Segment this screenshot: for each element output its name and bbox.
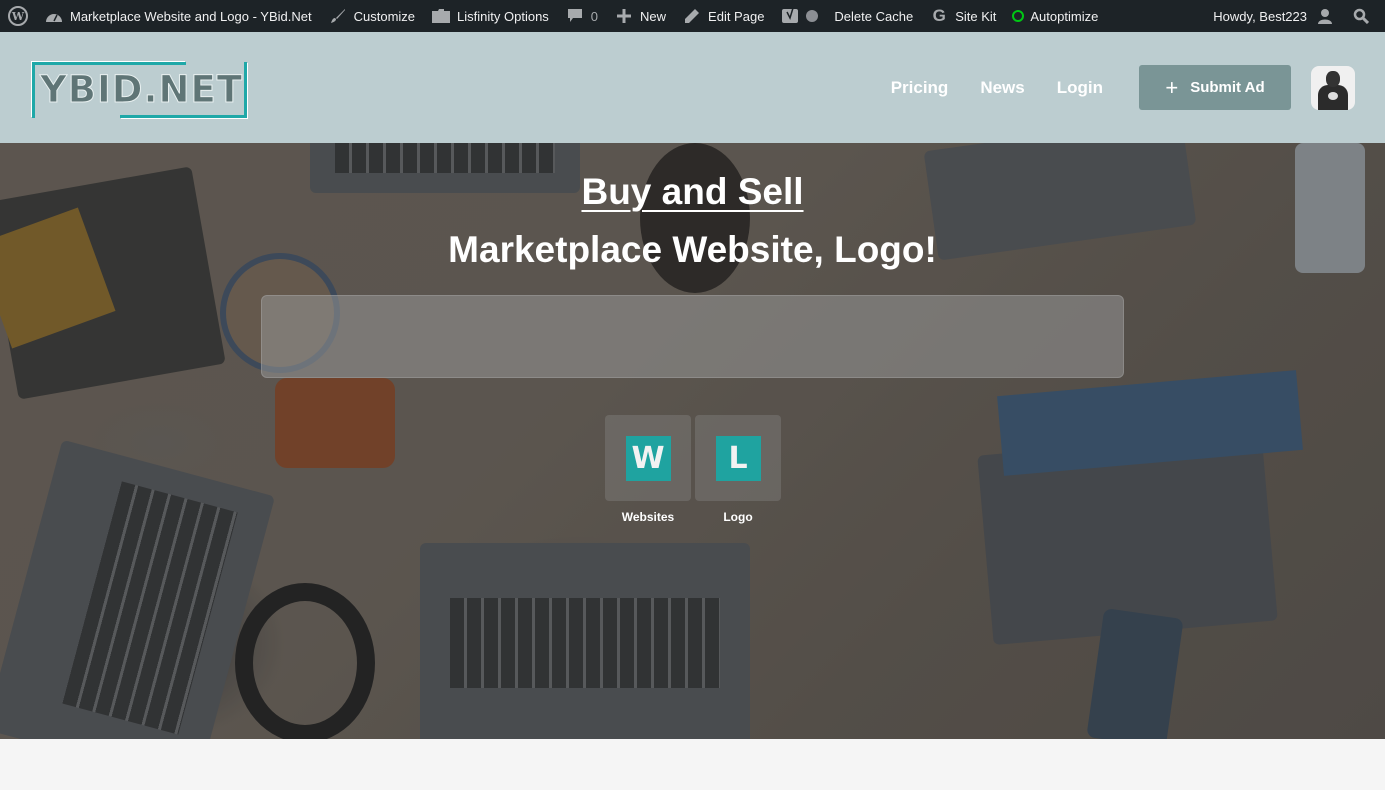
user-avatar[interactable]: [1311, 65, 1355, 110]
status-ring-icon: [1012, 10, 1025, 22]
avatar-emblem: [1328, 91, 1338, 100]
google-g-icon: G: [932, 6, 946, 25]
category-logo[interactable]: L Logo: [695, 415, 781, 524]
main-nav: Pricing News Login + Submit Ad: [891, 32, 1385, 143]
site-header: YBID.NET Pricing News Login + Submit Ad: [0, 32, 1385, 143]
category-list: W Websites L Logo: [605, 415, 781, 524]
wordpress-menu[interactable]: W: [0, 0, 36, 32]
category-label: Logo: [723, 510, 753, 524]
seo-score-dot-icon: [806, 10, 819, 22]
comment-bubble-icon: [565, 6, 585, 26]
submit-ad-button[interactable]: + Submit Ad: [1139, 65, 1291, 110]
category-label: Websites: [621, 510, 675, 524]
delete-cache-button[interactable]: Delete Cache: [826, 0, 921, 32]
hero-title: Buy and Sell: [581, 171, 804, 212]
search-icon: [1351, 6, 1371, 26]
greeting: Howdy, Best223: [1213, 8, 1307, 24]
plus-icon: [614, 6, 634, 26]
hero-subtitle: Marketplace Website, Logo!: [448, 229, 937, 270]
websites-letter-icon: W: [625, 435, 671, 481]
hero-section: Buy and Sell Marketplace Website, Logo! …: [0, 143, 1385, 739]
customize-link[interactable]: Customize: [320, 0, 423, 32]
wordpress-logo-icon: W: [8, 6, 28, 26]
nav-news[interactable]: News: [980, 78, 1024, 98]
dashboard-gauge-icon: [44, 6, 64, 26]
folder-icon: [431, 6, 451, 26]
category-websites[interactable]: W Websites: [605, 415, 691, 524]
site-logo[interactable]: YBID.NET: [30, 60, 250, 120]
edit-page-link[interactable]: Edit Page: [674, 0, 772, 32]
page-content-area: [0, 739, 1385, 790]
category-tile[interactable]: W: [605, 415, 691, 501]
delete-cache-label: Delete Cache: [834, 8, 914, 24]
wp-admin-bar: W Marketplace Website and Logo - YBid.Ne…: [0, 0, 1385, 32]
autoptimize-link[interactable]: Autoptimize: [1004, 0, 1106, 32]
site-name: Marketplace Website and Logo - YBid.Net: [70, 8, 312, 24]
hero-search-input[interactable]: [261, 295, 1124, 378]
avatar-head: [1326, 70, 1340, 87]
autoptimize-label: Autoptimize: [1030, 8, 1099, 24]
edit-page-label: Edit Page: [708, 8, 765, 24]
comments-count: 0: [590, 8, 599, 24]
site-kit-label: Site Kit: [955, 8, 997, 24]
nav-login[interactable]: Login: [1057, 78, 1103, 98]
pencil-icon: [682, 6, 702, 26]
paintbrush-icon: [328, 6, 348, 26]
submit-ad-label: Submit Ad: [1190, 79, 1265, 96]
site-name-link[interactable]: Marketplace Website and Logo - YBid.Net: [36, 0, 320, 32]
comments-link[interactable]: 0: [557, 0, 606, 32]
theme-options-link[interactable]: Lisfinity Options: [423, 0, 557, 32]
category-tile[interactable]: L: [695, 415, 781, 501]
nav-pricing[interactable]: Pricing: [891, 78, 949, 98]
admin-search-button[interactable]: [1343, 0, 1385, 32]
logo-letter-icon: L: [715, 435, 761, 481]
logo-text: YBID.NET: [39, 68, 244, 112]
yoast-logo-icon: [780, 6, 800, 26]
plus-icon: +: [1165, 74, 1179, 100]
my-account-menu[interactable]: Howdy, Best223: [1205, 0, 1343, 32]
new-content-link[interactable]: New: [606, 0, 674, 32]
user-icon: [1315, 6, 1335, 26]
theme-options-label: Lisfinity Options: [457, 8, 549, 24]
yoast-seo-menu[interactable]: [772, 0, 826, 32]
new-label: New: [640, 8, 667, 24]
site-kit-link[interactable]: G Site Kit: [921, 0, 1004, 32]
customize-label: Customize: [353, 8, 416, 24]
